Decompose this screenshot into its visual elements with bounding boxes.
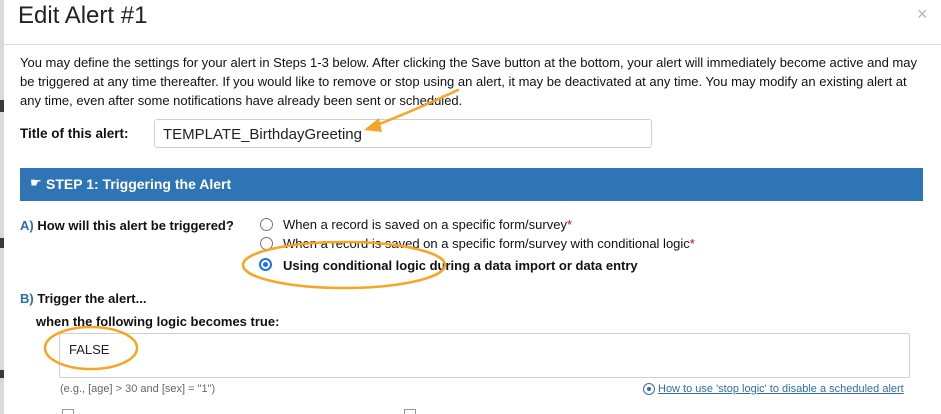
- header-divider: [0, 44, 941, 45]
- stop-logic-help-link[interactable]: How to use 'stop logic' to disable a sch…: [658, 383, 904, 395]
- question-b-letter: B): [20, 291, 34, 306]
- background-page-edge: [0, 0, 4, 414]
- step1-header: ☛ STEP 1: Triggering the Alert: [20, 168, 923, 201]
- trigger-option-2-radio[interactable]: [260, 237, 273, 250]
- question-b-label: B) Trigger the alert...: [20, 291, 146, 306]
- trigger-option-2-label[interactable]: When a record is saved on a specific for…: [283, 236, 695, 251]
- step1-label: STEP 1: Triggering the Alert: [46, 176, 232, 192]
- step-checkbox-partial[interactable]: [62, 409, 74, 414]
- help-bullet-icon: [643, 383, 655, 395]
- alert-title-input[interactable]: TEMPLATE_BirthdayGreeting: [154, 119, 652, 148]
- question-b-text: Trigger the alert...: [37, 291, 147, 306]
- trigger-option-1-label[interactable]: When a record is saved on a specific for…: [283, 217, 572, 232]
- question-a-text: How will this alert be triggered?: [37, 218, 234, 233]
- modal-title: Edit Alert #1: [18, 2, 148, 29]
- trigger-logic-value: FALSE: [69, 342, 110, 357]
- trigger-option-1-radio[interactable]: [260, 218, 273, 231]
- trigger-option-3-radio[interactable]: [259, 258, 272, 271]
- trigger-option-3-label[interactable]: Using conditional logic during a data im…: [283, 258, 638, 273]
- hand-pointing-icon: ☛: [30, 175, 42, 190]
- step-checkbox-partial[interactable]: [404, 409, 416, 414]
- trigger-logic-textarea[interactable]: FALSE: [59, 333, 910, 378]
- question-a-letter: A): [20, 218, 34, 233]
- close-icon[interactable]: ×: [917, 4, 928, 25]
- intro-text: You may define the settings for your ale…: [20, 55, 917, 108]
- logic-example-hint: (e.g., [age] > 30 and [sex] = "1"): [60, 383, 216, 395]
- question-a-label: A) How will this alert be triggered?: [20, 218, 234, 233]
- alert-title-value: TEMPLATE_BirthdayGreeting: [163, 126, 362, 143]
- alert-title-label: Title of this alert:: [20, 126, 129, 141]
- logic-sublabel: when the following logic becomes true:: [36, 314, 280, 329]
